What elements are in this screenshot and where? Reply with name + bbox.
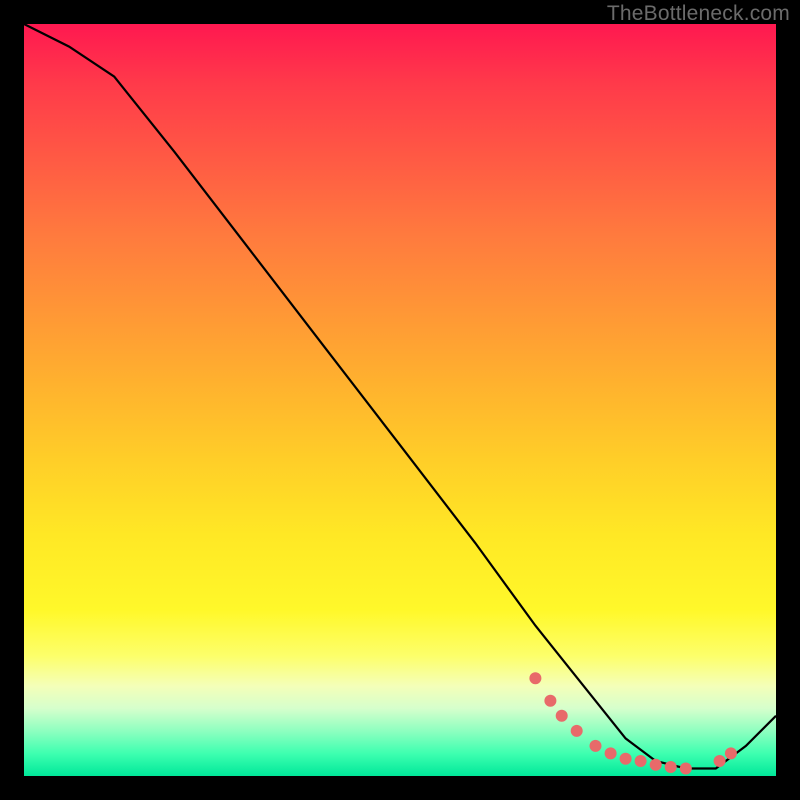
marker-dot: [635, 755, 647, 767]
plot-area: [24, 24, 776, 776]
marker-dot: [725, 747, 737, 759]
marker-dot: [680, 763, 692, 775]
curve-path: [24, 24, 776, 769]
marker-dot: [529, 672, 541, 684]
marker-dot: [571, 725, 583, 737]
marker-dot: [714, 755, 726, 767]
marker-dot: [590, 740, 602, 752]
marker-dot: [650, 759, 662, 771]
marker-dot: [665, 761, 677, 773]
marker-dot: [556, 710, 568, 722]
marker-group: [529, 672, 737, 774]
watermark-label: TheBottleneck.com: [607, 2, 790, 26]
marker-dot: [544, 695, 556, 707]
marker-dot: [620, 753, 632, 765]
chart-frame: TheBottleneck.com: [0, 0, 800, 800]
chart-svg: [24, 24, 776, 776]
marker-dot: [605, 747, 617, 759]
